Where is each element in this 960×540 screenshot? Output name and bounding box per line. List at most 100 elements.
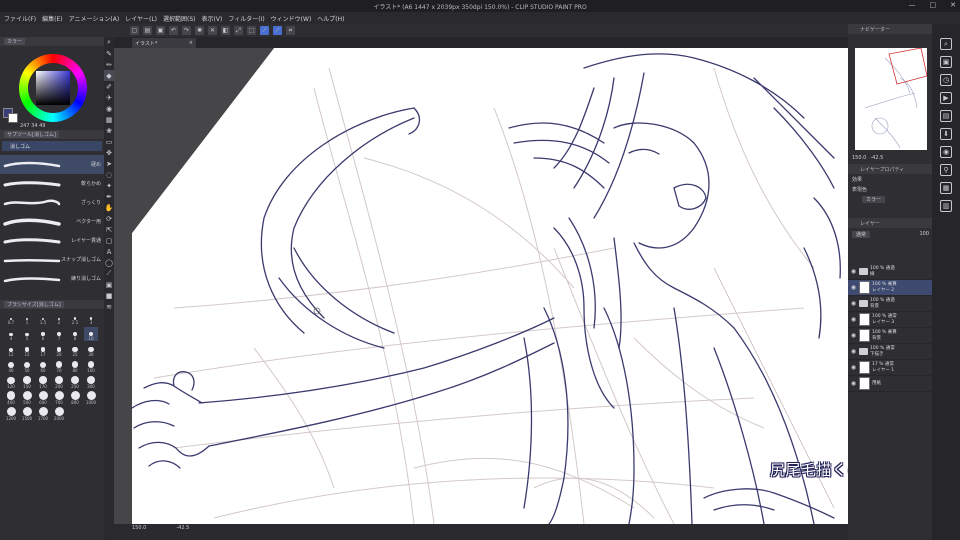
brush-size-cell[interactable]: 1700 [36, 407, 50, 421]
ruler-icon[interactable]: ⟋ [104, 268, 114, 279]
eye-icon[interactable]: ◉ [850, 268, 857, 275]
sub-color-swatch[interactable] [8, 113, 18, 123]
brush-size-cell[interactable]: 700 [52, 391, 66, 405]
brush-size-cell[interactable]: 12 [4, 343, 18, 357]
navigator-thumbnail[interactable] [855, 48, 927, 150]
magic-wand-icon[interactable]: ✦ [104, 180, 114, 191]
eraser-icon[interactable]: ◆ [104, 70, 114, 81]
brush-size-tab[interactable]: ブラシサイズ[消しゴム] [0, 300, 104, 309]
brush-size-cell[interactable]: 500 [20, 391, 34, 405]
fill-icon[interactable]: ◧ [221, 26, 230, 35]
subtool-group[interactable]: 消しゴム [2, 141, 102, 151]
navigator-tab[interactable]: ナビゲーター [848, 24, 932, 34]
material-icon[interactable]: ▣ [940, 56, 952, 68]
menu-help[interactable]: ヘルプ(H) [317, 14, 344, 23]
brush-size-cell[interactable]: 0.7 [4, 311, 18, 325]
redo-icon[interactable]: ↷ [182, 26, 191, 35]
brush-icon[interactable]: ✐ [104, 81, 114, 92]
navigator-zoom[interactable]: 150.0 [852, 155, 866, 161]
maximize-button[interactable]: □ [930, 1, 937, 9]
brush-size-cell[interactable]: 70 [52, 359, 66, 373]
layer-tab[interactable]: レイヤー [848, 218, 932, 228]
frame-icon[interactable]: ▣ [104, 279, 114, 290]
display-color-select[interactable]: カラー [862, 195, 886, 203]
brush-size-cell[interactable]: 80 [68, 359, 82, 373]
layer-row[interactable]: ◉ 用紙 [848, 376, 932, 392]
canvas-area[interactable] [114, 48, 848, 524]
brush-size-cell[interactable]: 2.5 [68, 311, 82, 325]
menu-edit[interactable]: 編集(E) [42, 14, 62, 23]
brush-item[interactable]: ベクター用 [0, 212, 104, 231]
navigator-angle[interactable]: -42.5 [870, 155, 883, 161]
pencil-icon[interactable]: ✏ [104, 59, 114, 70]
brush-size-cell[interactable]: 8 [68, 327, 82, 341]
brush-item[interactable]: ざっくり [0, 193, 104, 212]
brush-size-cell[interactable]: 1.5 [36, 311, 50, 325]
item-bank-icon[interactable]: ▤ [940, 110, 952, 122]
brush-size-cell[interactable]: 6 [36, 327, 50, 341]
eye-icon[interactable]: ◉ [850, 284, 857, 291]
download-icon[interactable]: ⬇ [940, 128, 952, 140]
minimize-button[interactable]: — [909, 1, 916, 9]
brush-size-cell[interactable]: 2000 [52, 407, 66, 421]
brush-size-cell[interactable]: 25 [68, 343, 82, 357]
brush-item[interactable]: レイヤー貫通 [0, 231, 104, 250]
auto-action-icon[interactable]: ▶ [940, 92, 952, 104]
menu-filter[interactable]: フィルター(I) [228, 14, 264, 23]
blend-icon[interactable]: ❀ [104, 125, 114, 136]
blend-mode-select[interactable]: 通常 [852, 230, 871, 238]
move-icon[interactable]: ✥ [104, 147, 114, 158]
brush-size-cell[interactable]: 15 [20, 343, 34, 357]
eyedropper-icon[interactable]: ✒ [104, 191, 114, 202]
brush-size-cell[interactable]: 600 [36, 391, 50, 405]
snap-grid-icon[interactable]: ⟋ [273, 26, 282, 35]
figure-icon[interactable]: ▭ [104, 136, 114, 147]
brush-size-cell[interactable]: 120 [4, 375, 18, 389]
layers-icon[interactable]: ▦ [940, 182, 952, 194]
brush-item[interactable]: 軟らかめ [0, 174, 104, 193]
rotate-icon[interactable]: ⟳ [104, 213, 114, 224]
eye-icon[interactable]: ◉ [850, 332, 857, 339]
frames-icon[interactable]: ▥ [940, 200, 952, 212]
airbrush-icon[interactable]: ✈ [104, 92, 114, 103]
color-tab[interactable]: カラー [0, 37, 104, 46]
canvas-tab-close[interactable]: × [189, 40, 193, 46]
hand-icon[interactable]: ✋ [104, 202, 114, 213]
brush-size-cell[interactable]: 100 [84, 359, 98, 373]
layer-row[interactable]: ◉ 17 % 通常 レイヤー 1 [848, 360, 932, 376]
layer-row[interactable]: ◉ 100 % 乗算 背景 [848, 328, 932, 344]
history-icon[interactable]: ◷ [940, 74, 952, 86]
menu-selection[interactable]: 選択範囲(S) [163, 14, 196, 23]
save-icon[interactable]: ▣ [156, 26, 165, 35]
select-icon[interactable]: ▢ [104, 235, 114, 246]
brush-size-cell[interactable]: 7 [52, 327, 66, 341]
search-icon[interactable]: ⌕ [940, 38, 952, 50]
layer-row[interactable]: ◉ 100 % 通常 レイヤー 3 [848, 312, 932, 328]
eye-icon[interactable]: ◉ [850, 364, 857, 371]
brush-size-cell[interactable]: 30 [84, 343, 98, 357]
snap-line-icon[interactable]: ⟋ [260, 26, 269, 35]
pen-icon[interactable]: ✎ [104, 48, 114, 59]
color-swatch-icon[interactable]: ■ [104, 290, 114, 301]
brush-size-cell[interactable]: 50 [20, 359, 34, 373]
fill-bucket-icon[interactable]: ◉ [104, 103, 114, 114]
brush-size-cell[interactable]: 170 [36, 375, 50, 389]
eye-icon[interactable]: ◉ [850, 300, 857, 307]
open-icon[interactable]: ▤ [143, 26, 152, 35]
brush-size-cell[interactable]: 40 [4, 359, 18, 373]
subtool-tab[interactable]: サブツール[消しゴム] [0, 130, 104, 139]
lasso-icon[interactable]: ◌ [104, 169, 114, 180]
tab-illustration[interactable]: イラスト* × [132, 38, 196, 48]
brush-size-cell[interactable]: 300 [84, 375, 98, 389]
layer-move-icon[interactable]: ⇱ [104, 224, 114, 235]
brush-item[interactable]: 練り消しゴム [0, 269, 104, 288]
pin-icon[interactable]: ⚲ [940, 164, 952, 176]
layer-property-tab[interactable]: レイヤープロパティ [848, 164, 932, 174]
gradient-icon[interactable]: ▦ [104, 114, 114, 125]
brush-size-cell[interactable]: 1 [20, 311, 34, 325]
brush-item[interactable]: 硬め [0, 155, 104, 174]
loading-icon[interactable]: ✺ [195, 26, 204, 35]
transform-icon[interactable]: ⤢ [234, 26, 243, 35]
brush-size-cell[interactable]: 250 [68, 375, 82, 389]
drawing-canvas[interactable] [114, 48, 848, 524]
